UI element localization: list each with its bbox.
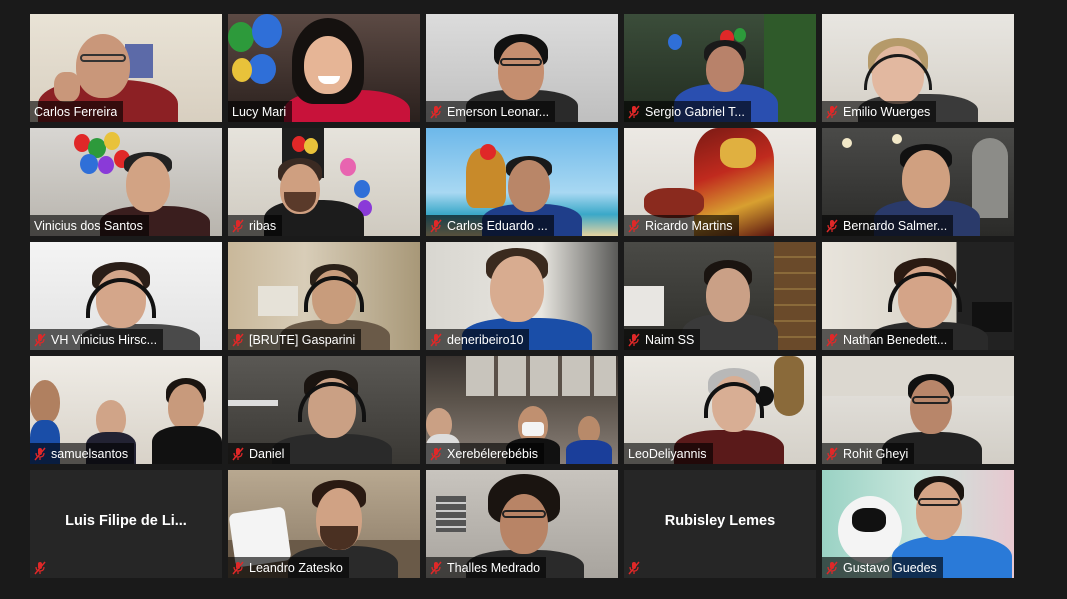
participant-nametag xyxy=(30,557,57,578)
participant-tile[interactable]: deneribeiro10 xyxy=(426,242,618,350)
microphone-muted-icon xyxy=(826,219,838,232)
participant-nametag xyxy=(624,557,651,578)
participant-name: Rohit Gheyi xyxy=(843,446,909,461)
participant-name: Nathan Benedett... xyxy=(843,332,948,347)
participant-name: ribas xyxy=(249,218,277,233)
participant-name: Leandro Zatesko xyxy=(249,560,343,575)
participant-tile[interactable]: Carlos Eduardo ... xyxy=(426,128,618,236)
participant-name: Gustavo Guedes xyxy=(843,560,937,575)
participant-tile[interactable]: VH Vinicius Hirsc... xyxy=(30,242,222,350)
microphone-muted-icon xyxy=(232,561,244,574)
microphone-muted-icon xyxy=(628,333,640,346)
participant-tile[interactable]: samuelsantos xyxy=(30,356,222,464)
participant-name: deneribeiro10 xyxy=(447,332,524,347)
microphone-muted-icon xyxy=(34,561,46,574)
participant-tile[interactable]: Ricardo Martins xyxy=(624,128,816,236)
participant-tile[interactable]: LeoDeliyannis xyxy=(624,356,816,464)
participant-name: Bernardo Salmer... xyxy=(843,218,948,233)
participant-tile[interactable]: Daniel xyxy=(228,356,420,464)
microphone-muted-icon xyxy=(628,219,640,232)
microphone-muted-icon xyxy=(232,447,244,460)
participant-nametag: Sergio Gabriel T... xyxy=(624,101,751,122)
participant-nametag: Carlos Eduardo ... xyxy=(426,215,554,236)
microphone-muted-icon xyxy=(826,561,838,574)
participant-nametag: Naim SS xyxy=(624,329,701,350)
participant-tile[interactable]: Vinicius dos Santos xyxy=(30,128,222,236)
participant-nametag: Lucy Mari xyxy=(228,101,293,122)
participant-nametag: samuelsantos xyxy=(30,443,135,464)
participant-nametag: Emilio Wuerges xyxy=(822,101,937,122)
participant-tile[interactable]: Sergio Gabriel T... xyxy=(624,14,816,122)
participant-nametag: Nathan Benedett... xyxy=(822,329,954,350)
microphone-muted-icon xyxy=(430,105,442,118)
participant-nametag: Bernardo Salmer... xyxy=(822,215,954,236)
participant-name: LeoDeliyannis xyxy=(628,446,707,461)
video-gallery: Carlos Ferreira Lucy Mari Emerson Leonar… xyxy=(30,14,1018,582)
participant-name: Emerson Leonar... xyxy=(447,104,550,119)
participant-tile[interactable]: ribas xyxy=(228,128,420,236)
participant-name: Ricardo Martins xyxy=(645,218,733,233)
microphone-muted-icon xyxy=(826,105,838,118)
participant-tile[interactable]: Thalles Medrado xyxy=(426,470,618,578)
participant-name: Daniel xyxy=(249,446,285,461)
participant-name: Emilio Wuerges xyxy=(843,104,931,119)
participant-nametag: deneribeiro10 xyxy=(426,329,530,350)
microphone-muted-icon xyxy=(232,333,244,346)
participant-nametag: Daniel xyxy=(228,443,291,464)
participant-tile[interactable]: Rohit Gheyi xyxy=(822,356,1014,464)
participant-name: Xerebélerebébis xyxy=(447,446,539,461)
participant-name: samuelsantos xyxy=(51,446,129,461)
microphone-muted-icon xyxy=(34,447,46,460)
microphone-muted-icon xyxy=(628,561,640,574)
participant-name: Carlos Ferreira xyxy=(34,104,118,119)
participant-name: VH Vinicius Hirsc... xyxy=(51,332,158,347)
participant-tile[interactable]: [BRUTE] Gasparini xyxy=(228,242,420,350)
participant-nametag: Carlos Ferreira xyxy=(30,101,124,122)
participant-name-placeholder: Luis Filipe de Li... xyxy=(65,513,187,529)
participant-tile[interactable]: Leandro Zatesko xyxy=(228,470,420,578)
participant-tile[interactable]: Carlos Ferreira xyxy=(30,14,222,122)
microphone-muted-icon xyxy=(826,447,838,460)
participant-tile[interactable]: Nathan Benedett... xyxy=(822,242,1014,350)
participant-name: Vinicius dos Santos xyxy=(34,218,143,233)
microphone-muted-icon xyxy=(430,447,442,460)
participant-nametag: Emerson Leonar... xyxy=(426,101,556,122)
participant-tile[interactable]: Rubisley Lemes xyxy=(624,470,816,578)
participant-tile[interactable]: Emilio Wuerges xyxy=(822,14,1014,122)
participant-tile[interactable]: Lucy Mari xyxy=(228,14,420,122)
participant-nametag: Gustavo Guedes xyxy=(822,557,943,578)
participant-nametag: Ricardo Martins xyxy=(624,215,739,236)
participant-tile[interactable]: Emerson Leonar... xyxy=(426,14,618,122)
participant-tile[interactable]: Naim SS xyxy=(624,242,816,350)
participant-nametag: [BRUTE] Gasparini xyxy=(228,329,362,350)
participant-name: Carlos Eduardo ... xyxy=(447,218,548,233)
participant-nametag: LeoDeliyannis xyxy=(624,443,713,464)
participant-nametag: Leandro Zatesko xyxy=(228,557,349,578)
participant-name: Naim SS xyxy=(645,332,695,347)
microphone-muted-icon xyxy=(430,561,442,574)
participant-nametag: VH Vinicius Hirsc... xyxy=(30,329,164,350)
microphone-muted-icon xyxy=(430,219,442,232)
microphone-muted-icon xyxy=(34,333,46,346)
participant-tile[interactable]: Luis Filipe de Li... xyxy=(30,470,222,578)
participant-nametag: Thalles Medrado xyxy=(426,557,547,578)
participant-tile[interactable]: Bernardo Salmer... xyxy=(822,128,1014,236)
participant-name: Sergio Gabriel T... xyxy=(645,104,745,119)
participant-nametag: Vinicius dos Santos xyxy=(30,215,149,236)
participant-name: Lucy Mari xyxy=(232,104,287,119)
participant-tile[interactable]: Xerebélerebébis xyxy=(426,356,618,464)
participant-nametag: ribas xyxy=(228,215,283,236)
participant-nametag: Xerebélerebébis xyxy=(426,443,545,464)
participant-name-placeholder: Rubisley Lemes xyxy=(664,513,776,529)
participant-nametag: Rohit Gheyi xyxy=(822,443,915,464)
microphone-muted-icon xyxy=(628,105,640,118)
microphone-muted-icon xyxy=(826,333,838,346)
participant-tile[interactable]: Gustavo Guedes xyxy=(822,470,1014,578)
microphone-muted-icon xyxy=(430,333,442,346)
participant-name: Thalles Medrado xyxy=(447,560,541,575)
participant-name: [BRUTE] Gasparini xyxy=(249,332,356,347)
microphone-muted-icon xyxy=(232,219,244,232)
